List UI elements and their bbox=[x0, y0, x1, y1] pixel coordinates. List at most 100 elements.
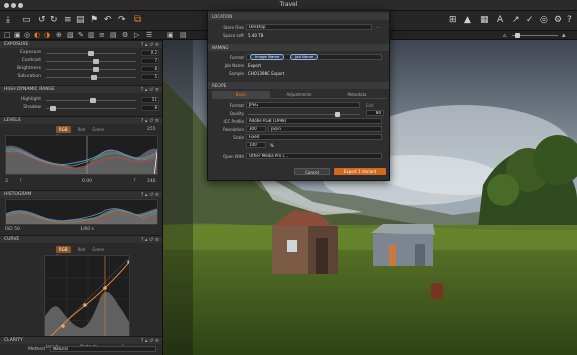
checkmark-icon[interactable]: ✓ bbox=[526, 16, 534, 25]
hdr-section-header[interactable]: HIGH DYNAMIC RANGE ? ▴ ↺ ≡ bbox=[0, 85, 162, 94]
copy-adjustments-icon[interactable]: ⧉ bbox=[134, 15, 141, 25]
levels-top-value[interactable]: 255 bbox=[147, 127, 156, 132]
recipe-tab-basic[interactable]: Basic bbox=[212, 91, 270, 99]
cursor-icon[interactable]: ↗ bbox=[512, 16, 520, 25]
lens-tab-icon[interactable]: ◎ bbox=[24, 31, 30, 40]
levels-high-value[interactable]: 246 bbox=[147, 179, 156, 184]
shadow-value[interactable]: 8 bbox=[141, 105, 159, 111]
slider-knob[interactable] bbox=[88, 50, 94, 56]
levels-high-picker-icon[interactable]: ∕ bbox=[134, 178, 136, 183]
batch-tab-icon[interactable]: ▤ bbox=[110, 31, 117, 40]
curve-section-header[interactable]: CURVE ? ▴ ↺ ≡ bbox=[0, 235, 162, 244]
curve-tab-green[interactable]: Green bbox=[92, 246, 104, 253]
highlight-value[interactable]: 51 bbox=[141, 97, 159, 103]
reset-icon[interactable]: ↺ bbox=[38, 16, 46, 25]
section-tools-icon[interactable]: ? ▴ ↺ ≡ bbox=[141, 337, 159, 345]
exposure-tab-icon[interactable]: ◑ bbox=[44, 31, 50, 40]
capture-icon[interactable]: ▭ bbox=[22, 16, 31, 25]
clarity-method-select[interactable]: Natural bbox=[50, 346, 156, 352]
curve-tab-red[interactable]: Red bbox=[78, 246, 86, 253]
resolution-value[interactable]: 300 bbox=[246, 126, 266, 132]
zoom-out-icon[interactable]: ▵ bbox=[503, 31, 507, 40]
job-name-value[interactable]: Export bbox=[248, 63, 261, 68]
process-tab-icon[interactable]: ▷ bbox=[134, 31, 139, 40]
quality-value[interactable]: 80 bbox=[366, 110, 384, 116]
quality-slider-knob[interactable] bbox=[335, 112, 341, 117]
undo-icon[interactable]: ↶ bbox=[104, 16, 112, 25]
folder-menu-icon[interactable]: … bbox=[376, 24, 380, 29]
open-with-select[interactable]: Other Media Pro (... bbox=[246, 153, 382, 159]
levels-tab-green[interactable]: Green bbox=[92, 126, 104, 133]
trash-icon[interactable]: ▤ bbox=[76, 16, 85, 25]
section-tools-icon[interactable]: ? ▴ ↺ ≡ bbox=[141, 236, 159, 244]
resolution-unit-select[interactable]: px/in bbox=[268, 126, 382, 132]
list-icon[interactable]: ≡ bbox=[64, 16, 72, 25]
section-tools-icon[interactable]: ? ▴ ↺ ≡ bbox=[141, 117, 159, 125]
undo-redo-icon[interactable]: ↻ bbox=[50, 16, 58, 25]
levels-tab-rgb[interactable]: RGB bbox=[56, 126, 71, 133]
zoom-slider[interactable] bbox=[512, 33, 558, 38]
camera-tab-icon[interactable]: ▣ bbox=[14, 31, 21, 40]
recipe-tab-adjustments[interactable]: Adjustments bbox=[270, 91, 328, 99]
settings-tab-icon[interactable]: ⚙ bbox=[122, 31, 128, 40]
saturation-value[interactable]: 5 bbox=[141, 74, 159, 80]
section-tools-icon[interactable]: ? ▴ ↺ ≡ bbox=[141, 191, 159, 199]
help-icon[interactable]: ? bbox=[567, 16, 572, 25]
levels-section-header[interactable]: LEVELS ? ▴ ↺ ≡ bbox=[0, 116, 162, 125]
recipe-tab-metadata[interactable]: Metadata bbox=[328, 91, 386, 99]
cancel-button[interactable]: Cancel bbox=[294, 168, 330, 175]
import-icon[interactable]: ⤓ bbox=[6, 16, 10, 25]
slider-knob[interactable] bbox=[89, 97, 96, 103]
saturation-slider[interactable] bbox=[46, 74, 136, 80]
exposure-value[interactable]: 0.2 bbox=[141, 50, 159, 56]
metadata-tab-icon[interactable]: ≡ bbox=[99, 31, 105, 40]
token-job-name[interactable]: Job Name bbox=[290, 54, 319, 60]
quality-slider[interactable] bbox=[248, 112, 360, 117]
clarity-section-header[interactable]: CLARITY ? ▴ ↺ ≡ bbox=[0, 336, 162, 345]
circle-icon[interactable]: ◎ bbox=[540, 16, 548, 25]
scale-percent[interactable]: 100 bbox=[246, 142, 266, 148]
levels-low-picker-icon[interactable]: ∕ bbox=[20, 178, 22, 183]
levels-histogram[interactable] bbox=[5, 135, 158, 175]
grid-small-icon[interactable]: ▦ bbox=[480, 16, 489, 25]
export-button[interactable]: Export 1 Variant bbox=[334, 168, 386, 175]
zoom-in-icon[interactable]: ▴ bbox=[562, 31, 566, 40]
contrast-value[interactable]: 7 bbox=[141, 58, 159, 64]
histogram-section-header[interactable]: HISTOGRAM ? ▴ ↺ ≡ bbox=[0, 190, 162, 199]
exposure-section-header[interactable]: EXPOSURE ? ▴ ↺ ≡ bbox=[0, 40, 162, 49]
local-adjust-tab-icon[interactable]: ▧ bbox=[67, 31, 74, 40]
recipe-format-select[interactable]: JPEG bbox=[246, 102, 360, 108]
slider-knob[interactable] bbox=[50, 105, 57, 111]
output-tab-icon[interactable]: ▥ bbox=[88, 31, 95, 40]
slider-knob[interactable] bbox=[93, 66, 100, 72]
curve-tab-rgb[interactable]: RGB bbox=[56, 246, 71, 253]
contrast-slider[interactable] bbox=[46, 58, 136, 64]
recipe-format-edit[interactable]: Edit bbox=[366, 103, 374, 108]
grid-icon[interactable]: ⊞ bbox=[449, 16, 457, 25]
section-tools-icon[interactable]: ? ▴ ↺ ≡ bbox=[141, 41, 159, 49]
exposure-slider[interactable] bbox=[46, 50, 136, 56]
text-icon[interactable]: A bbox=[497, 16, 503, 25]
split-view-icon[interactable]: ▤ bbox=[180, 31, 187, 40]
shadow-slider[interactable] bbox=[46, 105, 136, 111]
gear-icon[interactable]: ⚙ bbox=[554, 16, 562, 25]
curve-editor[interactable] bbox=[44, 255, 130, 341]
library-tab-icon[interactable]: □ bbox=[4, 31, 11, 40]
viewer-mode-icon[interactable]: ▣ bbox=[167, 31, 174, 40]
brightness-value[interactable]: 8 bbox=[141, 66, 159, 72]
icc-profile-select[interactable]: Adobe RGB (1998) bbox=[246, 118, 382, 124]
slider-knob[interactable] bbox=[90, 74, 97, 80]
token-image-name[interactable]: Image Name bbox=[250, 54, 285, 60]
levels-low-value[interactable]: 3 bbox=[5, 179, 8, 184]
levels-mid-value[interactable]: 0.00 bbox=[82, 179, 92, 184]
pin-icon[interactable]: ⚑ bbox=[90, 16, 98, 25]
warning-icon[interactable]: ▲ bbox=[464, 16, 471, 25]
brightness-slider[interactable] bbox=[46, 66, 136, 72]
store-files-select[interactable]: Desktop bbox=[246, 24, 372, 30]
color-tab-icon[interactable]: ◐ bbox=[34, 31, 40, 40]
details-tab-icon[interactable]: ⊕ bbox=[56, 31, 62, 40]
section-tools-icon[interactable]: ? ▴ ↺ ≡ bbox=[141, 86, 159, 94]
levels-tab-red[interactable]: Red bbox=[78, 126, 86, 133]
redo-icon[interactable]: ↷ bbox=[118, 16, 126, 25]
scale-select[interactable]: Fixed bbox=[246, 134, 382, 140]
